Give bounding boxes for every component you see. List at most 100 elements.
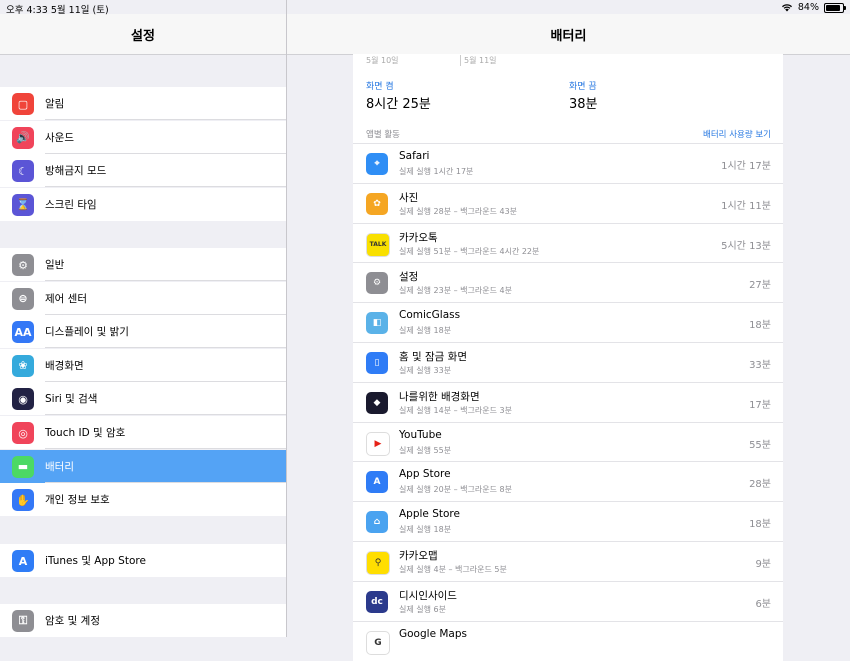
main-header: 배터리 (287, 14, 850, 55)
battery-status-icon (824, 2, 846, 13)
app-usage-time: 1시간 17분 (721, 161, 771, 172)
app-usage-row[interactable]: ⌂ Apple Store 실제 실행 18분 18분 (353, 501, 783, 542)
app-usage-time: 33분 (749, 360, 771, 371)
app-usage-row[interactable]: A App Store 실제 실행 20분 – 백그라운드 8분 28분 (353, 461, 783, 502)
app-name: 나를위한 배경화면 (399, 390, 480, 403)
app-usage-time: 17분 (749, 399, 771, 411)
comicglass-icon: ◧ (366, 312, 388, 335)
app-name: Google Maps (399, 627, 467, 640)
sidebar-item[interactable]: ▢ 알림 (0, 87, 286, 120)
screen-on-label: 화면 켬 (366, 82, 394, 92)
sound-icon: 🔊 (12, 126, 34, 149)
battery-detail-pane: 배터리 5월 10일 5월 11일 화면 켬 8시간 25분 화면 끔 38분 … (287, 0, 850, 661)
status-bar: 오후 4:33 5월 11일 (토) 84% (0, 0, 850, 16)
show-battery-usage-link[interactable]: 배터리 사용량 보기 (703, 128, 771, 140)
sidebar-item-label: 방해금지 모드 (45, 165, 107, 178)
safari-icon: ⌖ (366, 153, 388, 175)
app-usage-detail: 실제 실행 1시간 17분 (399, 167, 474, 176)
app-usage-row[interactable]: ⚲ 카카오맵 실제 실행 4분 – 백그라운드 5분 9분 (353, 541, 783, 581)
app-usage-detail: 실제 실행 51분 – 백그라운드 4시간 22분 (399, 246, 540, 256)
sidebar-item-label: 암호 및 계정 (45, 615, 100, 627)
app-usage-detail: 실제 실행 55분 (399, 445, 452, 455)
screen-time-summary: 화면 켬 8시간 25분 화면 끔 38분 (353, 68, 783, 123)
app-usage-time: 6분 (755, 598, 771, 610)
sidebar-item-label: iTunes 및 App Store (45, 555, 146, 567)
app-usage-row[interactable]: G Google Maps (353, 620, 783, 661)
app-usage-time: 28분 (749, 479, 771, 491)
app-name: 설정 (399, 271, 419, 284)
app-name: 사진 (399, 191, 419, 204)
app-name: App Store (399, 468, 451, 481)
sidebar-item[interactable]: ✋ 개인 정보 보호 (0, 483, 286, 517)
battery-icon: ▬ (12, 455, 34, 478)
sidebar-item-label: Siri 및 검색 (45, 393, 98, 406)
app-usage-detail: 실제 실행 14분 – 백그라운드 3분 (399, 405, 512, 415)
app-usage-row[interactable]: ▯ 홈 및 잠금 화면실제 실행 33분 33분 (353, 342, 783, 382)
hourglass-icon: ⌛ (12, 193, 34, 216)
app-usage-detail: 실제 실행 18분 (399, 525, 452, 535)
control-center-icon: ⊜ (12, 287, 34, 310)
app-usage-row[interactable]: ⚙ 설정 실제 실행 23분 – 백그라운드 4분 27분 (353, 262, 783, 303)
app-usage-time: 18분 (749, 519, 771, 531)
app-name: YouTube (399, 428, 442, 441)
photos-icon: ✿ (366, 192, 388, 215)
app-usage-row[interactable]: ◆ 나를위한 배경화면실제 실행 14분 – 백그라운드 3분 17분 (353, 381, 783, 422)
dcinside-icon: dc (366, 590, 388, 613)
app-name: 디시인사이드 (399, 589, 457, 602)
wifi-icon (781, 4, 792, 12)
chart-date-label: 5월 10일 (366, 56, 399, 65)
fingerprint-icon: ◎ (12, 422, 34, 444)
app-usage-row[interactable]: TALK 카카오톡실제 실행 51분 – 백그라운드 4시간 22분 5시간 13분 (353, 222, 783, 263)
sidebar-item[interactable]: ▬ 배터리 (0, 449, 286, 483)
sidebar-item-label: 스크린 타임 (45, 198, 97, 211)
wallpaper-app-icon: ◆ (366, 391, 388, 414)
app-usage-time: 1시간 11분 (721, 200, 771, 212)
app-usage-detail: 실제 실행 33분 (399, 366, 452, 375)
app-name: 홈 및 잠금 화면 (399, 351, 467, 363)
sidebar-item-label: 알림 (45, 98, 65, 110)
app-name: Safari (399, 150, 430, 162)
home-lock-icon: ▯ (366, 352, 388, 374)
battery-percent: 84% (797, 2, 819, 13)
wallpaper-icon: ❀ (12, 354, 34, 377)
sidebar-item[interactable]: ◉ Siri 및 검색 (0, 382, 286, 416)
app-usage-row[interactable]: dc 디시인사이드 실제 실행 6분 6분 (353, 580, 783, 621)
sidebar-item[interactable]: ⚙ 일반 (0, 248, 286, 281)
gear-icon: ⚙ (12, 254, 34, 276)
sidebar-item-label: 배터리 (45, 460, 74, 473)
sidebar-item[interactable]: ⊜ 제어 센터 (0, 281, 286, 315)
sidebar-item[interactable]: ⚿ 암호 및 계정 (0, 604, 286, 637)
usage-chart-dates: 5월 10일 5월 11일 (353, 54, 783, 68)
page-title: 배터리 (550, 29, 587, 44)
sidebar-item[interactable]: AiTunes 및 App Store (0, 544, 286, 577)
app-usage-detail: 실제 실행 4분 – 백그라운드 5분 (399, 565, 507, 574)
app-usage-detail: 실제 실행 20분 – 백그라운드 8분 (399, 485, 512, 495)
app-usage-time: 5시간 13분 (721, 240, 771, 252)
screen-on-value: 8시간 25분 (366, 97, 431, 112)
display-icon: AA (12, 321, 34, 344)
sidebar-item[interactable]: 🔊 사운드 (0, 120, 286, 154)
app-usage-time: 27분 (749, 280, 771, 292)
sidebar-title: 설정 (131, 29, 155, 44)
app-usage-row[interactable]: ▶ YouTube 실제 실행 55분 55분 (353, 421, 783, 462)
google-maps-icon: G (366, 630, 390, 655)
sidebar-item[interactable]: ☾ 방해금지 모드 (0, 154, 286, 188)
sidebar-header: 설정 (0, 14, 286, 55)
sidebar-item[interactable]: ◎ Touch ID 및 암호 (0, 416, 286, 449)
app-usage-time: 9분 (755, 559, 771, 570)
kakaomap-icon: ⚲ (366, 551, 390, 575)
siri-icon: ◉ (12, 388, 34, 411)
app-name: 카카오톡 (399, 231, 438, 244)
activity-section-header: 앱별 활동 배터리 사용량 보기 (353, 123, 783, 143)
app-usage-row[interactable]: ◧ ComicGlass 실제 실행 18분 18분 (353, 302, 783, 343)
app-usage-row[interactable]: ✿ 사진 실제 실행 28분 – 백그라운드 43분 1시간 11분 (353, 182, 783, 223)
status-time-date: 오후 4:33 5월 11일 (토) (6, 5, 109, 16)
sidebar-item[interactable]: ⌛ 스크린 타임 (0, 187, 286, 221)
sidebar-item[interactable]: AA 디스플레이 및 밝기 (0, 315, 286, 349)
app-usage-detail: 실제 실행 23분 – 백그라운드 4분 (399, 286, 512, 296)
app-usage-row[interactable]: ⌖ Safari 실제 실행 1시간 17분 1시간 17분 (353, 143, 783, 183)
status-right: 84% (781, 2, 846, 13)
kakaotalk-icon: TALK (366, 232, 390, 257)
sidebar-item[interactable]: ❀ 배경화면 (0, 348, 286, 382)
sidebar-item-label: 사운드 (45, 131, 74, 144)
